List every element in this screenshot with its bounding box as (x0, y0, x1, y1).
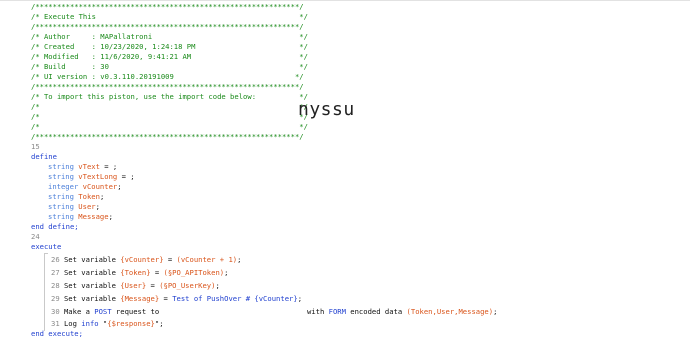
statement-value: (§PO_APIToken) (163, 268, 225, 277)
define-statement[interactable]: string vText = ; (48, 162, 117, 172)
define-variable: User (78, 202, 96, 211)
statement-text: ; (237, 255, 242, 264)
statement-text: = (146, 281, 160, 290)
statement-text: Log (63, 319, 82, 328)
statement-text: "; (154, 319, 164, 328)
define-variable: Message (78, 212, 109, 221)
header-import-code: /* */ (31, 102, 308, 111)
import-code-overlay-text: nyssu (298, 99, 355, 120)
statement-set-variable[interactable]: 29 Set variable {Message} = Test of Push… (51, 294, 302, 304)
header-build: /* Build : 30 */ (31, 62, 308, 71)
define-variable: Token (78, 192, 100, 201)
header-title: /* Execute This */ (31, 12, 308, 21)
statement-set-variable[interactable]: 28 Set variable {User} = (§PO_UserKey); (51, 281, 220, 291)
statement-text: Set variable (63, 294, 121, 303)
statement-number: 29 (51, 294, 60, 303)
statement-value: (vCounter + 1) (176, 255, 238, 264)
header-rule: /***************************************… (31, 132, 304, 141)
define-rest: = ; (99, 162, 118, 171)
statement-text: ; (493, 307, 498, 316)
statement-number: 26 (51, 255, 60, 264)
define-keyword[interactable]: define (31, 152, 57, 162)
define-type: string (48, 212, 74, 221)
define-type: integer (48, 182, 79, 191)
statement-text: ; (297, 294, 303, 303)
content-type: FORM (328, 307, 346, 316)
define-rest: = ; (117, 172, 135, 181)
statement-value: (§PO_UserKey) (159, 281, 216, 290)
statement-text: encoded data (345, 307, 407, 316)
statement-text: = (150, 268, 164, 277)
end-define-keyword[interactable]: end define; (31, 222, 79, 232)
statement-text: = (159, 294, 173, 303)
define-statement[interactable]: string User; (48, 202, 100, 212)
statement-number: 27 (51, 268, 60, 277)
header-rule: /***************************************… (31, 82, 304, 91)
header-import-code: /* */ (31, 122, 308, 131)
request-data: (Token,User,Message) (406, 307, 494, 316)
statement-set-variable[interactable]: 26 Set variable {vCounter} = (vCounter +… (51, 255, 241, 265)
log-value: {$response} (107, 319, 155, 328)
define-type: string (48, 202, 74, 211)
statement-text: ; (215, 281, 220, 290)
define-type: string (48, 192, 74, 201)
statement-text: ; (224, 268, 229, 277)
header-import-note: /* To import this piston, use the import… (31, 92, 308, 101)
execute-scope-bar (44, 253, 45, 331)
statement-number: 30 (51, 307, 60, 316)
statement-text: " (98, 319, 108, 328)
line-number: 15 (31, 142, 40, 151)
statement-text: Set variable (63, 268, 121, 277)
statement-text: Make a (63, 307, 95, 316)
statement-text: Set variable (63, 255, 121, 264)
define-rest: ; (95, 202, 100, 211)
header-created: /* Created : 10/23/2020, 1:24:18 PM */ (31, 42, 308, 51)
statement-variable: {User} (120, 281, 147, 290)
statement-text: = (163, 255, 177, 264)
header-ui-version: /* UI version : v0.3.110.20191009 */ (31, 72, 304, 81)
define-variable: vText (78, 162, 100, 171)
define-statement[interactable]: string Message; (48, 212, 113, 222)
header-rule: /***************************************… (31, 22, 304, 31)
define-statement[interactable]: string Token; (48, 192, 104, 202)
define-rest: ; (108, 212, 113, 221)
header-author: /* Author : MAPallatroni */ (31, 32, 308, 41)
statement-number: 31 (51, 319, 60, 328)
header-modified: /* Modified : 11/6/2020, 9:41:21 AM */ (31, 52, 308, 61)
line-number: 24 (31, 232, 40, 241)
statement-http-request-tail[interactable]: with FORM encoded data (Token,User,Messa… (307, 307, 497, 317)
define-rest: ; (117, 182, 122, 191)
header-rule: /***************************************… (31, 2, 304, 11)
statement-text: Set variable (63, 281, 121, 290)
statement-http-request[interactable]: 30 Make a POST request to (51, 307, 159, 317)
define-variable: vCounter (82, 182, 118, 191)
execute-keyword[interactable]: execute (31, 242, 61, 252)
define-type: string (48, 162, 74, 171)
define-type: string (48, 172, 74, 181)
http-method: POST (94, 307, 112, 316)
define-variable: vTextLong (78, 172, 118, 181)
statement-variable: {Token} (120, 268, 151, 277)
end-execute-keyword[interactable]: end execute; (31, 329, 83, 339)
statement-variable: {vCounter} (120, 255, 164, 264)
statement-value: Test of PushOver # {vCounter} (172, 294, 298, 303)
statement-number: 28 (51, 281, 60, 290)
define-rest: ; (99, 192, 105, 201)
statement-set-variable[interactable]: 27 Set variable {Token} = (§PO_APIToken)… (51, 268, 228, 278)
statement-text: with (307, 307, 329, 316)
statement-log[interactable]: 31 Log info "{$response}"; (51, 319, 164, 329)
statement-text: request to (111, 307, 160, 316)
top-divider (0, 0, 690, 1)
header-import-code: /* */ (31, 112, 308, 121)
piston-code-view: /***************************************… (0, 0, 690, 339)
define-statement[interactable]: string vTextLong = ; (48, 172, 135, 182)
log-level: info (81, 319, 99, 328)
statement-variable: {Message} (120, 294, 160, 303)
define-statement[interactable]: integer vCounter; (48, 182, 122, 192)
execute-scope-tick (44, 253, 48, 254)
